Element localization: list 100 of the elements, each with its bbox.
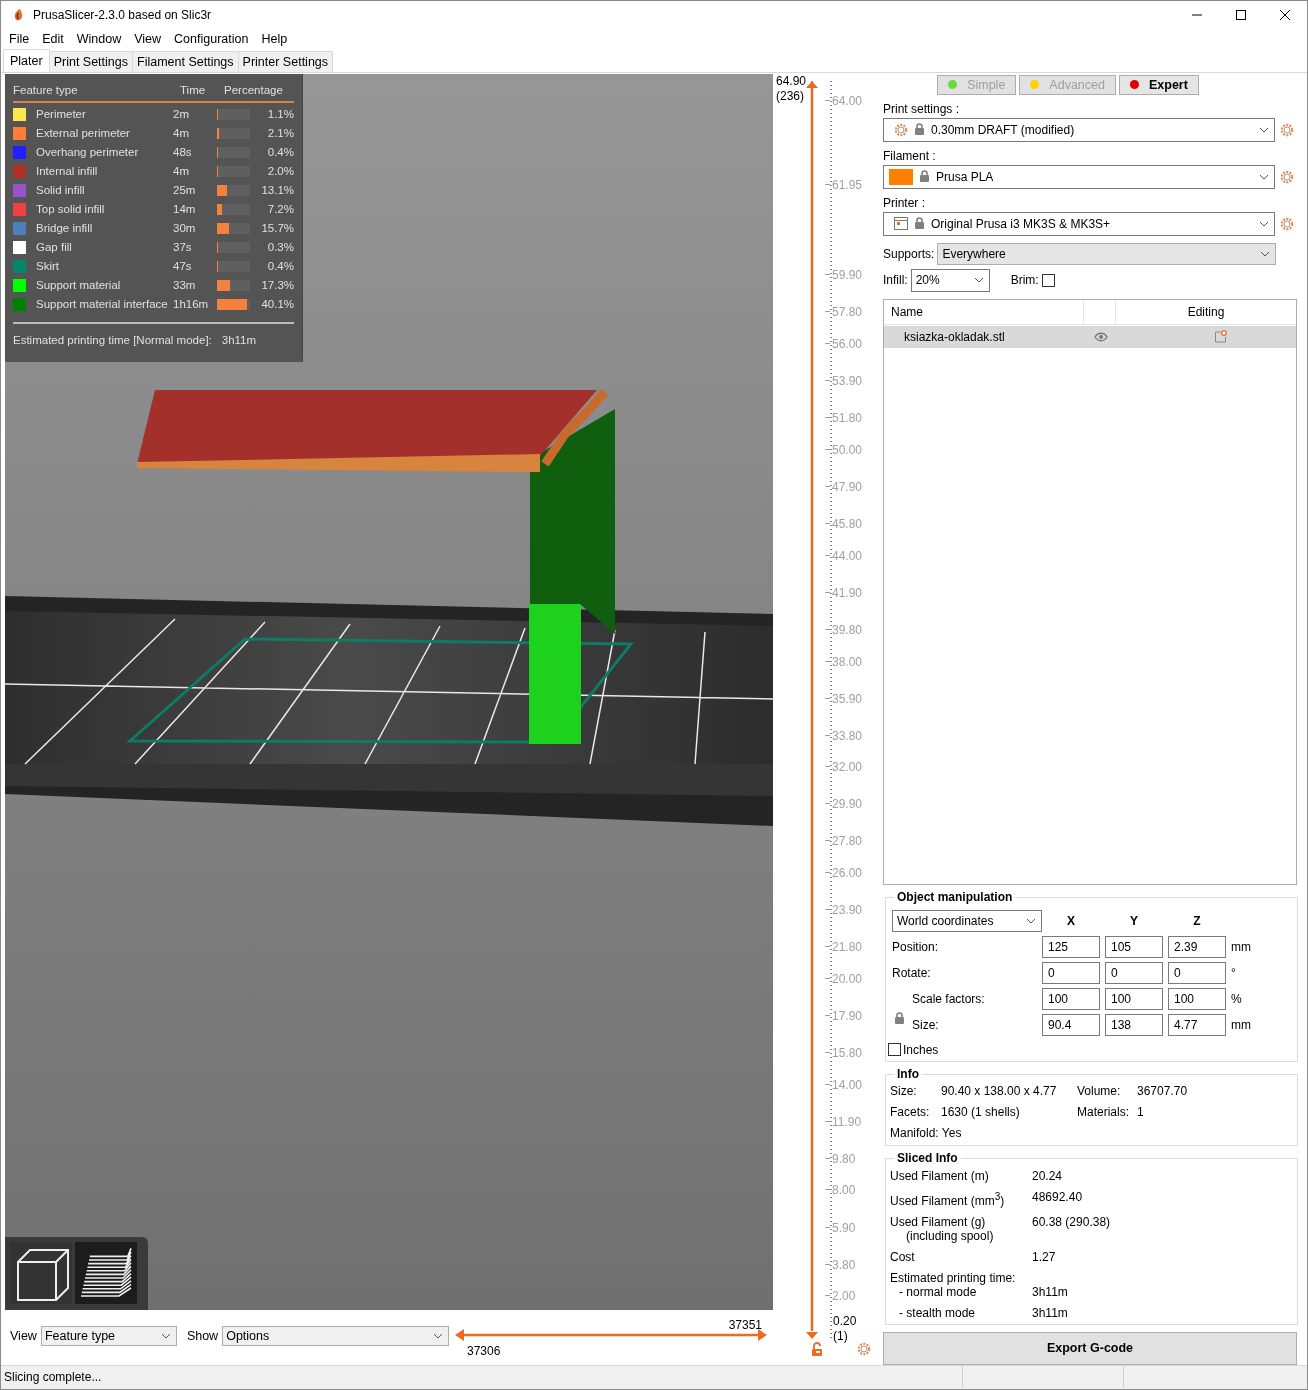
slider-range[interactable] — [455, 1329, 767, 1341]
settings-icon[interactable] — [1280, 170, 1294, 184]
value-field[interactable]: 0 — [1042, 961, 1100, 984]
infill-dropdown[interactable]: 20% — [910, 269, 990, 292]
settings-icon[interactable] — [1280, 217, 1294, 231]
close-icon[interactable] — [1279, 9, 1291, 22]
feature-time: 4m — [173, 127, 190, 140]
preset-dropdown[interactable]: Prusa PLA — [883, 165, 1275, 189]
info-value: 3h11m — [1032, 1284, 1069, 1299]
feature-name: Bridge infill — [36, 222, 94, 235]
value-field[interactable]: 125 — [1042, 935, 1100, 958]
tab[interactable]: Filament Settings — [132, 51, 239, 72]
supports-dropdown[interactable]: Everywhere — [937, 243, 1277, 265]
settings-icon[interactable] — [1280, 123, 1294, 137]
value-field[interactable]: 105 — [1105, 935, 1163, 958]
eye-icon[interactable] — [1094, 332, 1108, 342]
preset-dropdown[interactable]: Original Prusa i3 MK3S & MK3S+ — [883, 212, 1275, 236]
infill-value: 20% — [915, 273, 941, 288]
maximize-icon[interactable] — [1235, 9, 1247, 22]
mode-button[interactable]: Expert — [1118, 75, 1199, 95]
edit-icon[interactable] — [1214, 330, 1227, 344]
layer-tick-label: 5.90 — [832, 1221, 856, 1235]
printer-icon — [894, 217, 908, 231]
column-header: Time — [180, 84, 207, 97]
value-field[interactable]: 138 — [1105, 1013, 1163, 1036]
tab[interactable]: Printer Settings — [237, 51, 334, 72]
brim-label: Brim: — [1010, 273, 1039, 288]
layer-tick-label: 53.90 — [832, 374, 863, 388]
lock-icon — [919, 170, 930, 184]
lock-icon[interactable] — [894, 1011, 905, 1025]
info-value: 90.40 x 138.00 x 4.77 — [941, 1083, 1058, 1098]
layer-tick-label: 27.80 — [832, 834, 863, 848]
bottom-layer-height: 0.20 — [833, 1314, 857, 1329]
layer-tick-label: 3.80 — [832, 1258, 856, 1272]
column-header: Percentage — [224, 84, 284, 97]
view-dropdown-value: Feature type — [44, 1329, 116, 1343]
layer-tick-label: 45.80 — [832, 517, 863, 531]
coordinates-dropdown[interactable]: World coordinates — [892, 909, 1042, 932]
menu-item[interactable]: View — [133, 32, 168, 47]
layer-tick-label: 57.80 — [832, 305, 863, 319]
info-label: Cost — [890, 1249, 916, 1264]
inches-checkbox[interactable] — [888, 1043, 901, 1057]
layer-tick-label: 29.90 — [832, 797, 863, 811]
value-field[interactable]: 0 — [1168, 961, 1226, 984]
column-header: Editing — [1115, 300, 1296, 324]
value-field[interactable]: 2.39 — [1168, 935, 1226, 958]
export-button[interactable]: Export G-code — [883, 1331, 1297, 1365]
layers-view-icon[interactable] — [75, 1242, 137, 1305]
menu-item[interactable]: Configuration — [173, 32, 255, 47]
info-label: Facets: — [890, 1104, 931, 1119]
info-value: 1 — [1137, 1104, 1145, 1119]
bottom-layer-number: (1) — [833, 1329, 849, 1344]
show-label: Show — [186, 1329, 219, 1343]
caret-icon — [433, 1332, 444, 1340]
layer-tick-label: 44.00 — [832, 549, 863, 563]
feature-percentage: 7.2% — [266, 203, 294, 216]
supports-label: Supports: — [883, 247, 935, 261]
layer-range[interactable] — [806, 81, 818, 1339]
view-dropdown[interactable]: Feature type — [40, 1326, 177, 1346]
caret-icon — [1259, 173, 1269, 181]
layer-tick-label: 56.00 — [832, 337, 863, 351]
caret-icon — [1026, 916, 1036, 925]
unlock-icon[interactable] — [811, 1342, 823, 1357]
status-message: Slicing complete... — [1, 1366, 963, 1389]
layer-tick-label: 38.00 — [832, 655, 863, 669]
object-name: ksiazka-okladak.stl — [903, 330, 1006, 344]
brim-checkbox[interactable] — [1041, 274, 1055, 287]
info-label: Estimated printing time: — [890, 1270, 1017, 1285]
lower-move-value: 37306 — [467, 1344, 501, 1358]
layer-tick-label: 17.90 — [832, 1009, 863, 1023]
panel-title: Info — [894, 1066, 922, 1081]
info-value: 48692.40 — [1032, 1189, 1084, 1206]
feature-name: Overhang perimeter — [36, 146, 140, 159]
layer-tick-label: 35.90 — [832, 692, 863, 706]
feature-time: 1h16m — [173, 298, 210, 311]
menu-item[interactable]: Window — [75, 32, 128, 47]
value-field[interactable]: 100 — [1168, 987, 1226, 1010]
object-row[interactable]: ksiazka-okladak.stl — [884, 326, 1296, 348]
caret-icon — [1259, 220, 1269, 228]
value-field[interactable]: 100 — [1105, 987, 1163, 1010]
value-field[interactable]: 90.4 — [1042, 1013, 1100, 1036]
settings-icon[interactable] — [857, 1342, 871, 1356]
feature-time: 2m — [173, 108, 190, 121]
tab[interactable]: Plater — [3, 49, 50, 72]
cube-view-icon[interactable] — [10, 1242, 72, 1305]
value-field[interactable]: 0 — [1105, 961, 1163, 984]
value-field[interactable]: 100 — [1042, 987, 1100, 1010]
field-label: Rotate: — [892, 965, 931, 980]
tab[interactable]: Print Settings — [48, 51, 133, 72]
column-header: Name — [884, 300, 1084, 324]
info-label: Used Filament (m) — [890, 1168, 990, 1183]
menu-item[interactable]: Help — [260, 32, 294, 47]
layer-tick-label: 32.00 — [832, 760, 863, 774]
feature-percentage: 1.1% — [266, 108, 294, 121]
lock-icon — [914, 217, 925, 231]
preset-dropdown[interactable]: 0.30mm DRAFT (modified) — [883, 118, 1275, 142]
show-dropdown[interactable]: Options — [222, 1326, 450, 1346]
menu-item[interactable]: File — [8, 32, 36, 47]
menu-item[interactable]: Edit — [41, 32, 70, 47]
value-field[interactable]: 4.77 — [1168, 1013, 1226, 1036]
